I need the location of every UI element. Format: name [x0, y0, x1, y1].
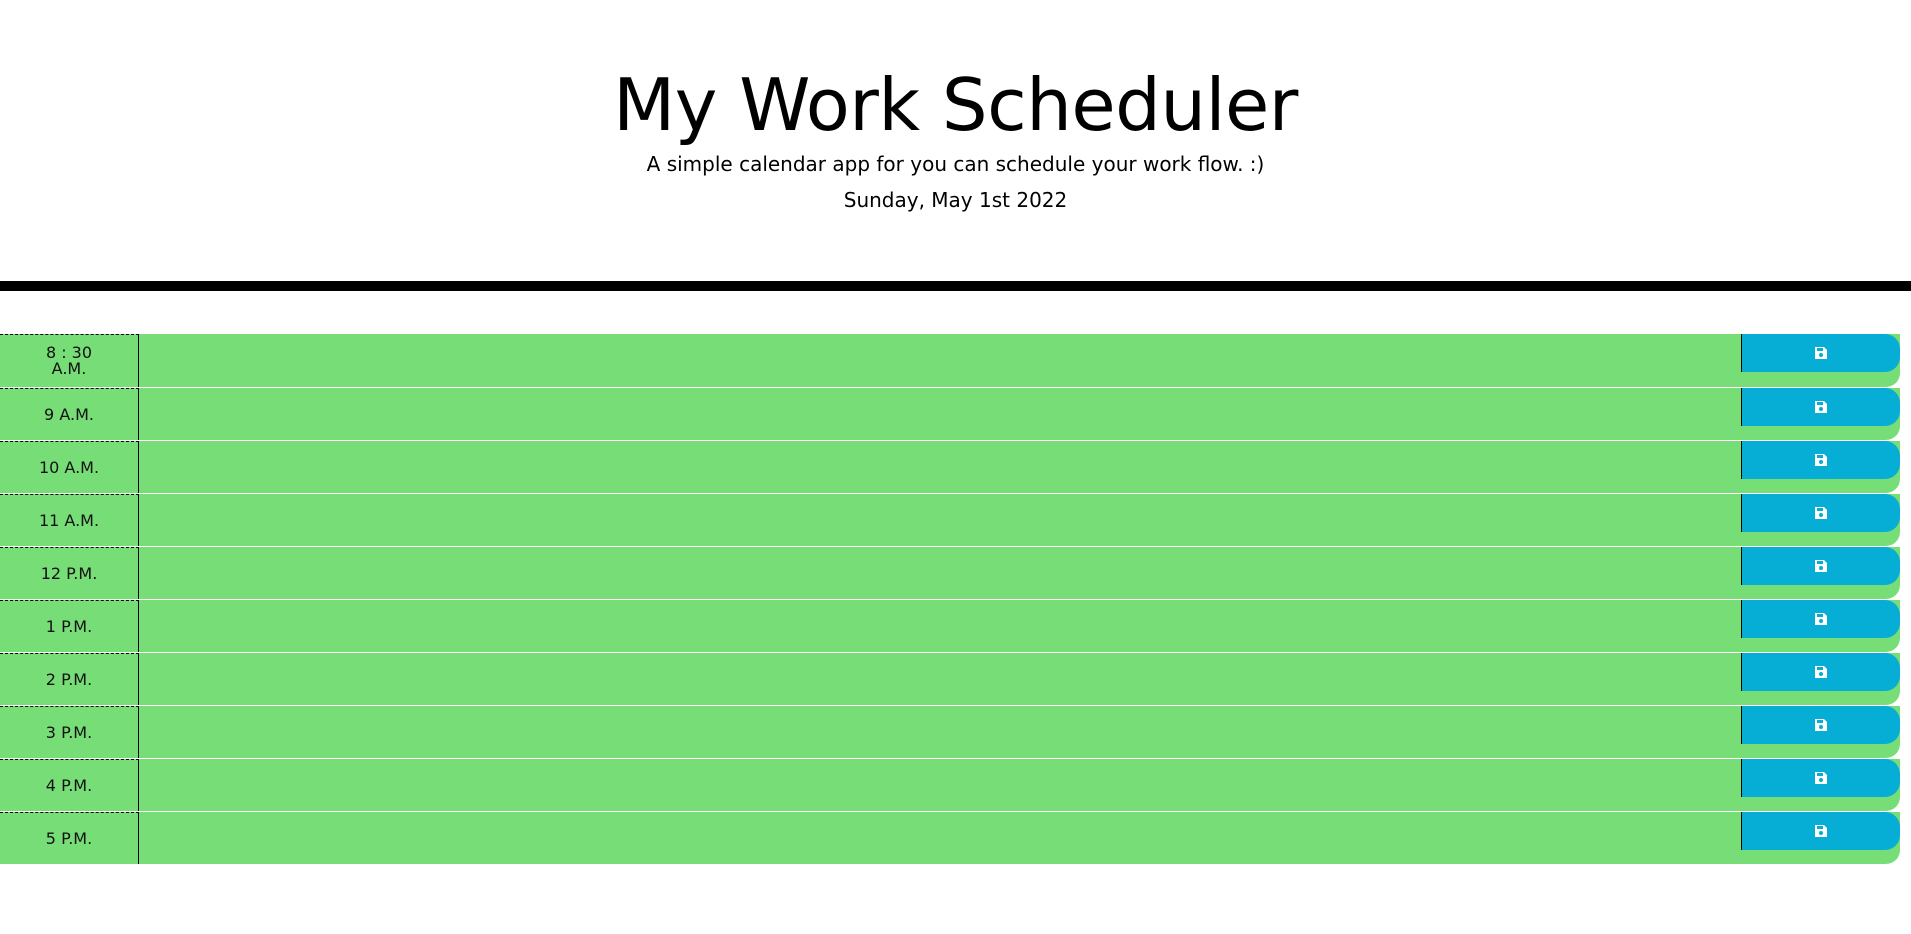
- schedule-container: 8 : 30 A.M. 9 A.M. 10 A.M. 11 A.M. 12 P.…: [0, 334, 1900, 864]
- event-textarea[interactable]: [139, 706, 1741, 758]
- time-block: 5 P.M.: [0, 811, 1900, 864]
- time-block: 9 A.M.: [0, 387, 1900, 440]
- hour-label: 11 A.M.: [0, 494, 139, 546]
- hour-label: 9 A.M.: [0, 388, 139, 440]
- floppy-disk-icon: [1815, 401, 1827, 413]
- save-button[interactable]: [1741, 388, 1900, 426]
- save-button[interactable]: [1741, 334, 1900, 372]
- hour-label: 10 A.M.: [0, 441, 139, 493]
- floppy-disk-icon: [1815, 666, 1827, 678]
- floppy-disk-icon: [1815, 454, 1827, 466]
- save-button[interactable]: [1741, 706, 1900, 744]
- time-block: 12 P.M.: [0, 546, 1900, 599]
- time-block: 8 : 30 A.M.: [0, 334, 1900, 387]
- page-subtitle: A simple calendar app for you can schedu…: [646, 152, 1265, 176]
- floppy-disk-icon: [1815, 772, 1827, 784]
- floppy-disk-icon: [1815, 560, 1827, 572]
- save-cell: [1741, 759, 1900, 811]
- hour-label: 4 P.M.: [0, 759, 139, 811]
- save-cell: [1741, 812, 1900, 864]
- hour-label: 8 : 30 A.M.: [0, 334, 139, 387]
- event-textarea[interactable]: [139, 547, 1741, 599]
- floppy-disk-icon: [1815, 507, 1827, 519]
- time-block: 1 P.M.: [0, 599, 1900, 652]
- event-textarea[interactable]: [139, 812, 1741, 864]
- save-cell: [1741, 494, 1900, 546]
- floppy-disk-icon: [1815, 719, 1827, 731]
- event-textarea[interactable]: [139, 334, 1741, 387]
- time-block: 4 P.M.: [0, 758, 1900, 811]
- event-textarea[interactable]: [139, 600, 1741, 652]
- save-button[interactable]: [1741, 600, 1900, 638]
- hour-label: 3 P.M.: [0, 706, 139, 758]
- event-textarea[interactable]: [139, 441, 1741, 493]
- event-textarea[interactable]: [139, 388, 1741, 440]
- hour-label: 2 P.M.: [0, 653, 139, 705]
- time-block: 10 A.M.: [0, 440, 1900, 493]
- save-cell: [1741, 388, 1900, 440]
- save-cell: [1741, 706, 1900, 758]
- hour-label: 5 P.M.: [0, 812, 139, 864]
- save-button[interactable]: [1741, 759, 1900, 797]
- current-day: Sunday, May 1st 2022: [843, 188, 1068, 212]
- event-textarea[interactable]: [139, 494, 1741, 546]
- hour-label: 1 P.M.: [0, 600, 139, 652]
- save-cell: [1741, 547, 1900, 599]
- floppy-disk-icon: [1815, 613, 1827, 625]
- floppy-disk-icon: [1815, 347, 1827, 359]
- save-button[interactable]: [1741, 494, 1900, 532]
- page-title: My Work Scheduler: [613, 63, 1298, 147]
- time-block: 11 A.M.: [0, 493, 1900, 546]
- save-cell: [1741, 600, 1900, 652]
- floppy-disk-icon: [1815, 825, 1827, 837]
- event-textarea[interactable]: [139, 653, 1741, 705]
- save-button[interactable]: [1741, 812, 1900, 850]
- save-button[interactable]: [1741, 547, 1900, 585]
- save-cell: [1741, 441, 1900, 493]
- save-button[interactable]: [1741, 653, 1900, 691]
- header: My Work Scheduler A simple calendar app …: [0, 0, 1911, 291]
- hour-label: 12 P.M.: [0, 547, 139, 599]
- save-cell: [1741, 653, 1900, 705]
- save-cell: [1741, 334, 1900, 387]
- time-block: 2 P.M.: [0, 652, 1900, 705]
- event-textarea[interactable]: [139, 759, 1741, 811]
- time-block: 3 P.M.: [0, 705, 1900, 758]
- save-button[interactable]: [1741, 441, 1900, 479]
